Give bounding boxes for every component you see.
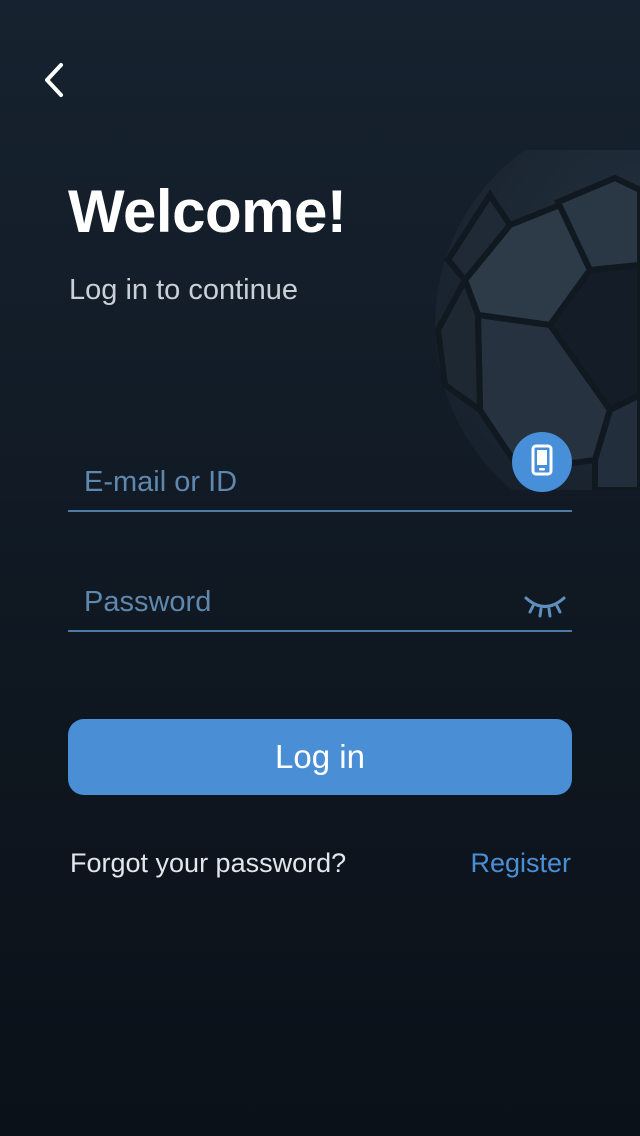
eye-closed-icon bbox=[523, 593, 567, 624]
password-input[interactable] bbox=[84, 580, 484, 624]
soccer-ball-icon bbox=[400, 150, 640, 490]
chevron-left-icon bbox=[42, 62, 66, 103]
back-button[interactable] bbox=[30, 58, 78, 106]
phone-login-toggle-button[interactable] bbox=[512, 432, 572, 492]
email-input[interactable] bbox=[84, 460, 484, 504]
register-link[interactable]: Register bbox=[470, 846, 571, 880]
page-subtitle: Log in to continue bbox=[69, 274, 298, 306]
forgot-password-link[interactable]: Forgot your password? bbox=[70, 846, 346, 880]
password-field-container bbox=[68, 572, 572, 632]
login-button[interactable]: Log in bbox=[68, 719, 572, 795]
email-field-container bbox=[68, 432, 572, 512]
show-password-toggle-button[interactable] bbox=[520, 590, 570, 626]
mobile-phone-icon bbox=[530, 444, 554, 481]
page-title: Welcome! bbox=[68, 178, 347, 245]
